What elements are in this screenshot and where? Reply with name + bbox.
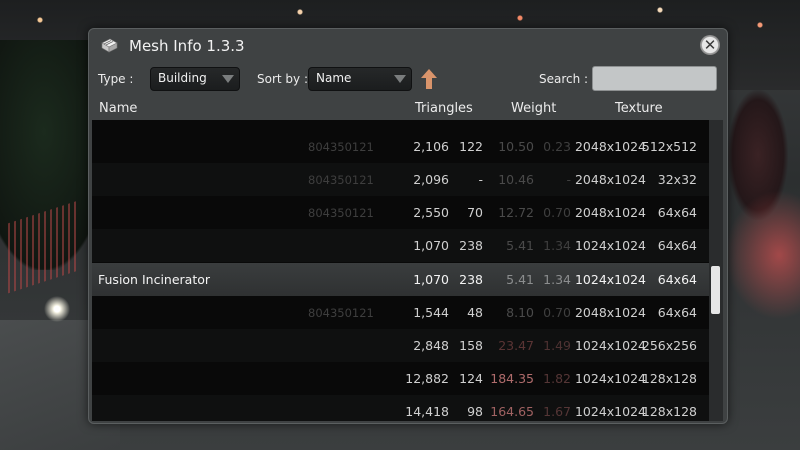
- row-triangles: 1,544: [413, 305, 449, 320]
- search-label: Search :: [539, 72, 589, 86]
- title-bar[interactable]: Mesh Info 1.3.3 ✕: [89, 29, 727, 63]
- row-triangles: 2,106: [413, 139, 449, 154]
- row-lod-texture: 32x32: [657, 172, 697, 187]
- chevron-down-icon: [394, 75, 406, 83]
- row-lod-weight: 0.23: [543, 139, 571, 154]
- row-lod-texture: 64x64: [657, 305, 697, 320]
- row-lod-weight: 1.82: [543, 371, 571, 386]
- row-lod-weight: 0.70: [543, 305, 571, 320]
- row-texture: 1024x1024: [574, 338, 646, 353]
- row-lod-triangles: 98: [467, 404, 483, 419]
- row-weight: 184.35: [490, 371, 534, 386]
- row-lod-texture: 64x64: [657, 238, 697, 253]
- close-icon[interactable]: ✕: [700, 35, 720, 55]
- row-triangles: 2,550: [413, 205, 449, 220]
- search-input[interactable]: [592, 66, 717, 91]
- list-row[interactable]: 1,070 238 5.41 1.34 1024x1024 64x64: [92, 229, 709, 262]
- scrollbar-thumb[interactable]: [711, 266, 720, 314]
- list-row[interactable]: 804350121 1,544 48 8.10 0.70 2048x1024 6…: [92, 296, 709, 329]
- chevron-down-icon: [222, 75, 234, 83]
- column-header-name[interactable]: Name: [99, 101, 137, 116]
- list-row[interactable]: 2,848 158 23.47 1.49 1024x1024 256x256: [92, 329, 709, 362]
- row-lod-triangles: -: [478, 172, 483, 187]
- row-lod-weight: 1.49: [543, 338, 571, 353]
- list-row[interactable]: 804350121 2,096 - 10.46 - 2048x1024 32x3…: [92, 163, 709, 196]
- mesh-info-panel: Mesh Info 1.3.3 ✕ Type : Building Sort b…: [88, 28, 728, 424]
- list-row[interactable]: 804350121 2,550 70 12.72 0.70 2048x1024 …: [92, 196, 709, 229]
- row-weight: 23.47: [498, 338, 534, 353]
- row-texture: 1024x1024: [574, 371, 646, 386]
- sort-label: Sort by :: [257, 72, 308, 86]
- row-weight: 164.65: [490, 404, 534, 419]
- row-id: 804350121: [308, 140, 374, 154]
- row-triangles: 2,848: [413, 338, 449, 353]
- row-texture: 1024x1024: [574, 238, 646, 253]
- row-id: 804350121: [308, 173, 374, 187]
- row-triangles: 1,070: [413, 238, 449, 253]
- row-id: 804350121: [308, 306, 374, 320]
- sort-dropdown-value: Name: [316, 71, 352, 85]
- row-weight: 5.41: [506, 272, 534, 287]
- type-dropdown-value: Building: [158, 71, 207, 85]
- row-lod-texture: 64x64: [657, 272, 697, 287]
- row-lod-triangles: 124: [459, 371, 483, 386]
- row-weight: 10.46: [498, 172, 534, 187]
- filter-toolbar: Type : Building Sort by : Name Search :: [89, 65, 727, 95]
- sort-ascending-arrow-icon[interactable]: [419, 67, 439, 91]
- row-weight: 12.72: [498, 205, 534, 220]
- row-weight: 8.10: [506, 305, 534, 320]
- background-red-glow: [725, 190, 800, 320]
- mesh-cube-icon: [101, 38, 118, 53]
- row-texture: 1024x1024: [574, 404, 646, 419]
- row-lod-weight: 1.34: [543, 238, 571, 253]
- row-lod-texture: 256x256: [641, 338, 697, 353]
- column-header-texture[interactable]: Texture: [615, 101, 663, 116]
- row-triangles: 2,096: [413, 172, 449, 187]
- list-row[interactable]: 804350121 2,106 122 10.50 0.23 2048x1024…: [92, 130, 709, 163]
- row-lod-texture: 128x128: [641, 371, 697, 386]
- list-row[interactable]: 12,882 124 184.35 1.82 1024x1024 128x128: [92, 362, 709, 395]
- row-lod-texture: 64x64: [657, 205, 697, 220]
- row-lod-triangles: 238: [459, 272, 483, 287]
- row-lod-triangles: 238: [459, 238, 483, 253]
- row-triangles: 12,882: [405, 371, 449, 386]
- row-lod-triangles: 48: [467, 305, 483, 320]
- row-triangles: 14,418: [405, 404, 449, 419]
- row-lod-texture: 128x128: [641, 404, 697, 419]
- column-header-triangles[interactable]: Triangles: [415, 101, 473, 116]
- row-lod-weight: 0.70: [543, 205, 571, 220]
- background-street-light: [44, 296, 70, 322]
- row-lod-triangles: 70: [467, 205, 483, 220]
- column-header-weight[interactable]: Weight: [511, 101, 556, 116]
- row-texture: 2048x1024: [574, 139, 646, 154]
- row-texture: 2048x1024: [574, 305, 646, 320]
- row-weight: 5.41: [506, 238, 534, 253]
- column-headers: Name Triangles Weight Texture: [89, 97, 727, 119]
- row-lod-triangles: 122: [459, 139, 483, 154]
- row-weight: 10.50: [498, 139, 534, 154]
- row-texture: 1024x1024: [574, 272, 646, 287]
- row-texture: 2048x1024: [574, 205, 646, 220]
- window-title: Mesh Info 1.3.3: [129, 37, 245, 55]
- row-lod-weight: 1.67: [543, 404, 571, 419]
- row-lod-triangles: 158: [459, 338, 483, 353]
- row-id: 804350121: [308, 206, 374, 220]
- list-row-selected[interactable]: Fusion Incinerator 1,070 238 5.41 1.34 1…: [92, 263, 709, 296]
- list-scrollbar[interactable]: [709, 120, 723, 421]
- list-row[interactable]: 14,418 98 164.65 1.67 1024x1024 128x128: [92, 395, 709, 421]
- row-texture: 2048x1024: [574, 172, 646, 187]
- mesh-list[interactable]: 804350121 2,106 122 10.50 0.23 2048x1024…: [92, 120, 709, 421]
- row-triangles: 1,070: [413, 272, 449, 287]
- type-label: Type :: [98, 72, 134, 86]
- sort-dropdown[interactable]: Name: [308, 67, 412, 91]
- type-dropdown[interactable]: Building: [150, 67, 240, 91]
- row-lod-weight: 1.34: [543, 272, 571, 287]
- row-lod-weight: -: [566, 172, 571, 187]
- row-name: Fusion Incinerator: [98, 272, 211, 287]
- row-lod-texture: 512x512: [641, 139, 697, 154]
